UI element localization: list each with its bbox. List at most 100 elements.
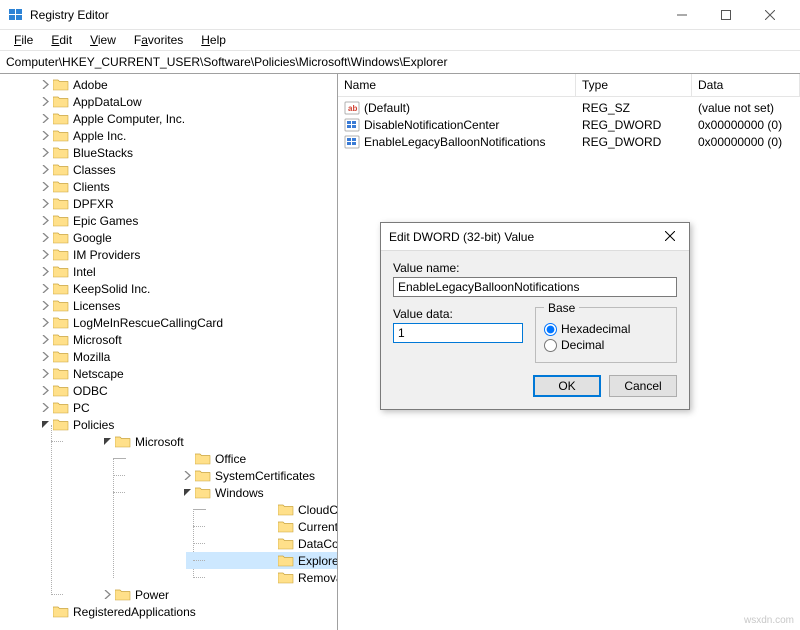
list-row[interactable]: DisableNotificationCenter REG_DWORD 0x0000… [338,116,800,133]
tree-item[interactable]: PC [0,399,337,416]
base-legend: Base [544,301,579,315]
col-name[interactable]: Name [338,74,576,96]
value-name: DisableNotificationCenter [364,118,499,132]
value-name-label: Value name: [393,261,677,275]
minimize-button[interactable] [660,0,704,29]
expand-toggle-icon[interactable] [38,230,53,245]
value-data: 0x00000000 (0) [698,118,782,132]
expand-toggle-icon[interactable] [38,332,53,347]
tree-label: IM Providers [73,248,140,262]
tree-item[interactable]: Adobe [0,76,337,93]
value-data: 0x00000000 (0) [698,135,782,149]
tree-item[interactable]: Explorer [186,552,337,569]
address-bar[interactable]: Computer\HKEY_CURRENT_USER\Software\Poli… [0,50,800,74]
tree-item[interactable]: Clients [0,178,337,195]
expand-toggle-icon[interactable] [38,281,53,296]
dialog-close-button[interactable] [659,228,681,246]
tree-item[interactable]: Google [0,229,337,246]
expand-toggle-icon[interactable] [38,400,53,415]
tree-item[interactable]: SystemCertificates [106,467,337,484]
tree-item[interactable]: BlueStacks [0,144,337,161]
tree-item[interactable]: DPFXR [0,195,337,212]
tree-item[interactable]: Power [44,586,337,603]
tree-item[interactable]: DataCollection [186,535,337,552]
expand-toggle-icon[interactable] [38,264,53,279]
tree-item[interactable]: Intel [0,263,337,280]
expand-toggle-icon[interactable] [38,145,53,160]
tree-label: Windows [215,486,264,500]
tree-item[interactable]: Microsoft [44,433,337,450]
expand-toggle-icon[interactable] [38,315,53,330]
expand-toggle-icon[interactable] [100,587,115,602]
tree-pane[interactable]: AdobeAppDataLowApple Computer, Inc.Apple… [0,74,338,630]
list-header[interactable]: Name Type Data [338,74,800,97]
dialog-titlebar[interactable]: Edit DWORD (32-bit) Value [381,223,689,251]
tree-item[interactable]: KeepSolid Inc. [0,280,337,297]
close-button[interactable] [748,0,792,29]
tree-item[interactable]: Epic Games [0,212,337,229]
expand-toggle-icon[interactable] [38,213,53,228]
menu-view[interactable]: View [82,31,124,49]
expand-toggle-icon[interactable] [38,179,53,194]
radio-hex-input[interactable] [544,323,557,336]
expand-toggle-icon[interactable] [38,383,53,398]
tree-item[interactable]: LogMeInRescueCallingCard [0,314,337,331]
list-row[interactable]: EnableLegacyBalloonNotificationsREG_DWOR… [338,133,800,150]
expand-toggle-icon[interactable] [100,434,115,449]
tree-label: Clients [73,180,110,194]
col-type[interactable]: Type [576,74,692,96]
window-controls [660,0,792,29]
expand-toggle-icon[interactable] [38,162,53,177]
radio-dec[interactable]: Decimal [544,338,668,352]
menu-help[interactable]: Help [193,31,234,49]
expand-toggle-icon[interactable] [38,94,53,109]
expand-toggle-icon[interactable] [180,451,195,466]
tree-item[interactable]: RegisteredApplications [0,603,337,620]
maximize-button[interactable] [704,0,748,29]
expand-toggle-icon[interactable] [38,77,53,92]
menu-edit[interactable]: Edit [43,31,80,49]
col-data[interactable]: Data [692,74,800,96]
menu-favorites[interactable]: Favorites [126,31,191,49]
list-row[interactable]: ab(Default)REG_SZ(value not set) [338,99,800,116]
radio-dec-input[interactable] [544,339,557,352]
menubar: File Edit View Favorites Help [0,30,800,50]
expand-toggle-icon[interactable] [38,196,53,211]
tree-item[interactable]: Microsoft [0,331,337,348]
value-name: EnableLegacyBalloonNotifications [364,135,545,149]
tree-item[interactable]: CurrentVersion [186,518,337,535]
menu-file[interactable]: File [6,31,41,49]
tree-item[interactable]: IM Providers [0,246,337,263]
expand-toggle-icon[interactable] [38,247,53,262]
tree-item[interactable]: RemovableStorageDevices [186,569,337,586]
tree-item[interactable]: Apple Computer, Inc. [0,110,337,127]
tree-item[interactable]: Netscape [0,365,337,382]
tree-item[interactable]: ODBC [0,382,337,399]
tree-item[interactable]: Mozilla [0,348,337,365]
expand-toggle-icon[interactable] [38,128,53,143]
radio-hex[interactable]: Hexadecimal [544,322,668,336]
tree-item[interactable]: AppDataLow [0,93,337,110]
expand-toggle-icon[interactable] [38,349,53,364]
tree-label: Mozilla [73,350,110,364]
tree-item[interactable]: Licenses [0,297,337,314]
value-name-input[interactable] [393,277,677,297]
tree-label: Microsoft [73,333,122,347]
expand-toggle-icon[interactable] [38,298,53,313]
expand-toggle-icon[interactable] [38,111,53,126]
tree-item[interactable]: Classes [0,161,337,178]
cancel-button[interactable]: Cancel [609,375,677,397]
expand-toggle-icon[interactable] [180,485,195,500]
value-type: REG_DWORD [582,118,661,132]
ok-button[interactable]: OK [533,375,601,397]
tree-item[interactable]: Apple Inc. [0,127,337,144]
tree-item[interactable]: Windows [106,484,337,501]
expand-toggle-icon[interactable] [38,604,53,619]
expand-toggle-icon[interactable] [38,366,53,381]
expand-toggle-icon[interactable] [180,468,195,483]
tree-item[interactable]: CloudContent [186,501,337,518]
tree-item[interactable]: Office [106,450,337,467]
value-data-input[interactable] [393,323,523,343]
tree-label: CurrentVersion [298,520,338,534]
edit-dword-dialog: Edit DWORD (32-bit) Value Value name: Va… [380,222,690,410]
